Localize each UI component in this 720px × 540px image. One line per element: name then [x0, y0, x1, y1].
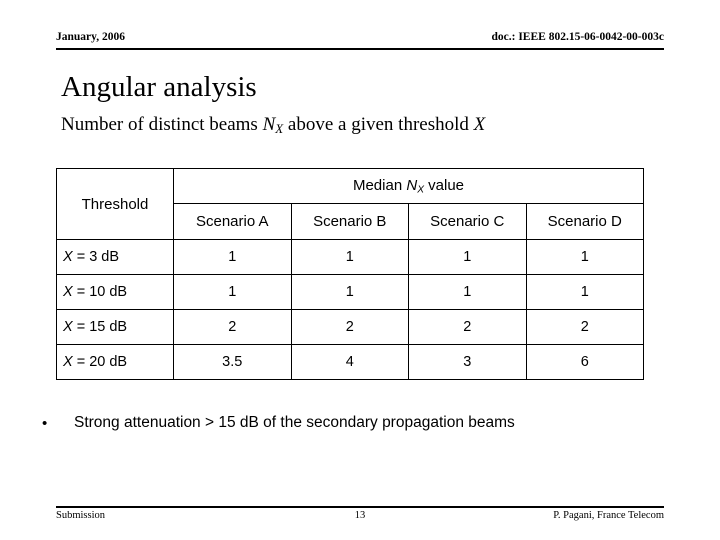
bullet-list-item: • Strong attenuation > 15 dB of the seco… — [38, 413, 678, 433]
cell-3db-b: 1 — [290, 239, 409, 275]
table-row: X = 15 dB 2 2 2 2 — [56, 309, 644, 345]
threshold-header-cell: Threshold — [56, 168, 174, 240]
slide-footer: Submission 13 P. Pagani, France Telecom — [56, 510, 664, 526]
footer-author: P. Pagani, France Telecom — [553, 510, 664, 521]
median-header-prefix: Median — [352, 176, 407, 194]
cell-15db-c: 2 — [408, 309, 527, 345]
scenario-a-header: Scenario A — [173, 203, 292, 240]
bullet-point-icon: • — [42, 415, 48, 432]
subtitle-symbol: N — [262, 114, 276, 135]
page-subtitle: Number of distinct beams NX above a give… — [61, 113, 485, 141]
row-label-symbol: X — [63, 249, 73, 265]
row-label-text: = 10 dB — [72, 284, 128, 300]
row-label-symbol: X — [63, 319, 73, 335]
cell-20db-b: 4 — [290, 344, 409, 380]
cell-3db-a: 1 — [173, 239, 292, 275]
header-divider — [56, 48, 664, 50]
cell-20db-c: 3 — [408, 344, 527, 380]
row-label-3db: X = 3 dB — [56, 239, 174, 275]
median-header-cell: Median NX value — [173, 168, 644, 204]
cell-10db-b: 1 — [290, 274, 409, 310]
cell-3db-c: 1 — [408, 239, 527, 275]
cell-15db-a: 2 — [173, 309, 292, 345]
cell-15db-d: 2 — [525, 309, 644, 345]
cell-10db-c: 1 — [408, 274, 527, 310]
scenario-c-header: Scenario C — [408, 203, 527, 240]
scenario-d-header: Scenario D — [525, 203, 644, 240]
row-label-text: = 20 dB — [72, 354, 128, 370]
median-header-subscript: X — [417, 184, 424, 196]
subtitle-subscript: X — [275, 121, 284, 137]
cell-15db-b: 2 — [290, 309, 409, 345]
header-date: January, 2006 — [56, 31, 126, 43]
row-label-20db: X = 20 dB — [56, 344, 174, 380]
median-header-symbol: N — [406, 176, 418, 194]
cell-10db-d: 1 — [525, 274, 644, 310]
subtitle-prefix: Number of distinct beams — [61, 114, 263, 135]
cell-20db-a: 3.5 — [173, 344, 292, 380]
cell-10db-a: 1 — [173, 274, 292, 310]
cell-3db-d: 1 — [525, 239, 644, 275]
row-label-symbol: X — [63, 284, 73, 300]
slide-page: { "header": { "left": "January, 2006", "… — [0, 0, 720, 540]
row-label-text: = 15 dB — [72, 319, 128, 335]
footer-divider — [56, 506, 664, 508]
row-label-text: = 3 dB — [72, 249, 120, 265]
subtitle-suffix: X — [473, 114, 486, 135]
page-title: Angular analysis — [61, 71, 257, 103]
table-row: X = 3 dB 1 1 1 1 — [56, 239, 644, 275]
header-doc-number: doc.: IEEE 802.15-06-0042-00-003c — [491, 31, 665, 43]
cell-20db-d: 6 — [525, 344, 644, 380]
table-header-row-1: Threshold Median NX value — [56, 168, 644, 240]
subtitle-middle: above a given threshold — [283, 114, 474, 135]
table-row: X = 10 dB 1 1 1 1 — [56, 274, 644, 310]
table-row: X = 20 dB 3.5 4 3 6 — [56, 344, 644, 380]
median-nx-table: Threshold Median NX value Scenario A Sce… — [56, 168, 644, 380]
row-label-10db: X = 10 dB — [56, 274, 174, 310]
median-header-suffix: value — [423, 176, 465, 194]
row-label-symbol: X — [63, 354, 73, 370]
bullet-text: Strong attenuation > 15 dB of the second… — [74, 414, 515, 431]
row-label-15db: X = 15 dB — [56, 309, 174, 345]
scenario-b-header: Scenario B — [290, 203, 409, 240]
